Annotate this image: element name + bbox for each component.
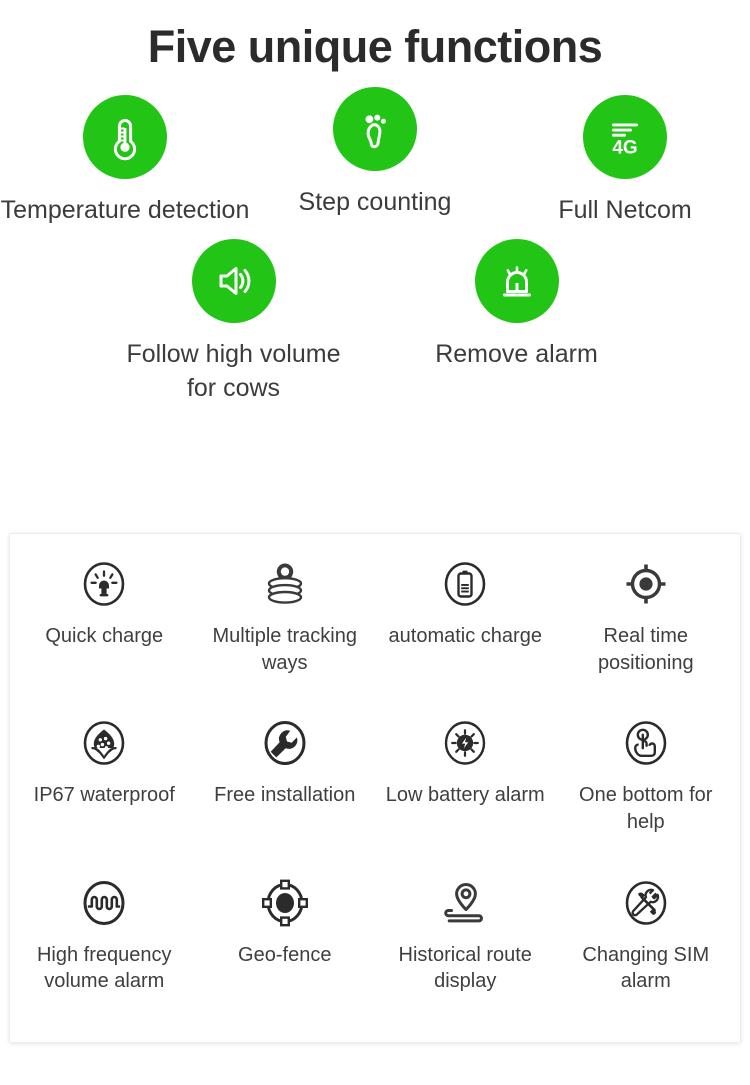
- grid-item-automatic-charge[interactable]: automatic charge: [375, 554, 556, 713]
- grid-item-label: Multiple tracking ways: [212, 625, 357, 674]
- grid-item-real-time-positioning[interactable]: Real time positioning: [556, 554, 737, 713]
- wrench-icon: [259, 713, 311, 773]
- top-features-row-1: Temperature detection Step counting 4G F…: [0, 86, 750, 227]
- feature-card: Quick charge Multiple tracking ways auto…: [9, 533, 741, 1043]
- top-features-section: Temperature detection Step counting 4G F…: [0, 73, 750, 405]
- grid-item-free-installation[interactable]: Free installation: [195, 713, 376, 872]
- grid-item-high-frequency-volume-alarm[interactable]: High frequency volume alarm: [14, 873, 195, 1032]
- grid-item-low-battery-alarm[interactable]: Low battery alarm: [375, 713, 556, 872]
- grid-item-label: One bottom for help: [579, 784, 713, 833]
- speaker-volume-icon: [191, 238, 276, 323]
- siren-alarm-icon: [474, 238, 559, 323]
- tools-cross-icon: [620, 873, 672, 933]
- route-pin-icon: [438, 873, 492, 933]
- feature-temperature-detection[interactable]: Temperature detection: [0, 94, 250, 227]
- lightning-rays-icon: [439, 713, 491, 773]
- feature-grid: Quick charge Multiple tracking ways auto…: [10, 534, 740, 1042]
- grid-item-label: Real time positioning: [597, 625, 694, 674]
- grid-item-label: Free installation: [214, 784, 356, 807]
- grid-item-label: Historical route display: [398, 943, 532, 993]
- feature-label: Follow high volume for cows: [126, 339, 341, 402]
- pin-layers-icon: [258, 554, 312, 614]
- grid-item-label: automatic charge: [388, 625, 542, 647]
- battery-icon: [439, 554, 491, 614]
- grid-item-historical-route-display[interactable]: Historical route display: [375, 873, 556, 1032]
- top-features-row-2: Follow high volume for cows Remove alarm: [0, 238, 750, 405]
- footprint-icon: [333, 86, 417, 171]
- feature-label: Step counting: [298, 187, 452, 216]
- feature-remove-alarm[interactable]: Remove alarm: [375, 238, 658, 371]
- feature-step-counting[interactable]: Step counting: [250, 86, 500, 219]
- feature-follow-high-volume[interactable]: Follow high volume for cows: [92, 238, 375, 405]
- grid-item-quick-charge[interactable]: Quick charge: [14, 554, 195, 713]
- feature-label: Remove alarm: [435, 339, 598, 368]
- 4g-signal-icon: 4G: [583, 94, 667, 179]
- feature-label: Temperature detection: [0, 195, 250, 224]
- feature-full-netcom[interactable]: 4G Full Netcom: [500, 94, 750, 227]
- waveform-icon: [78, 873, 130, 933]
- grid-item-ip67-waterproof[interactable]: IP67 waterproof: [14, 713, 195, 872]
- grid-item-geo-fence[interactable]: Geo-fence: [195, 873, 376, 1032]
- geofence-nodes-icon: [258, 873, 312, 933]
- grid-item-label: Changing SIM alarm: [582, 943, 710, 993]
- grid-item-label: Geo-fence: [238, 943, 332, 966]
- grid-item-changing-sim-alarm[interactable]: Changing SIM alarm: [556, 873, 737, 1032]
- grid-item-one-bottom-for-help[interactable]: One bottom for help: [556, 713, 737, 872]
- grid-item-label: High frequency volume alarm: [36, 943, 172, 993]
- hand-press-icon: [620, 713, 672, 773]
- svg-text:4G: 4G: [612, 137, 637, 158]
- page-title: Five unique functions: [147, 21, 603, 72]
- thermometer-icon: [83, 94, 167, 179]
- grid-item-label: Quick charge: [45, 625, 164, 647]
- crosshair-target-icon: [620, 554, 672, 614]
- grid-item-label: Low battery alarm: [385, 784, 545, 807]
- water-droplet-icon: [78, 713, 130, 773]
- grid-item-label: IP67 waterproof: [33, 784, 175, 807]
- grid-item-multiple-tracking-ways[interactable]: Multiple tracking ways: [195, 554, 376, 713]
- plug-rays-icon: [78, 554, 130, 614]
- feature-label: Full Netcom: [558, 195, 692, 224]
